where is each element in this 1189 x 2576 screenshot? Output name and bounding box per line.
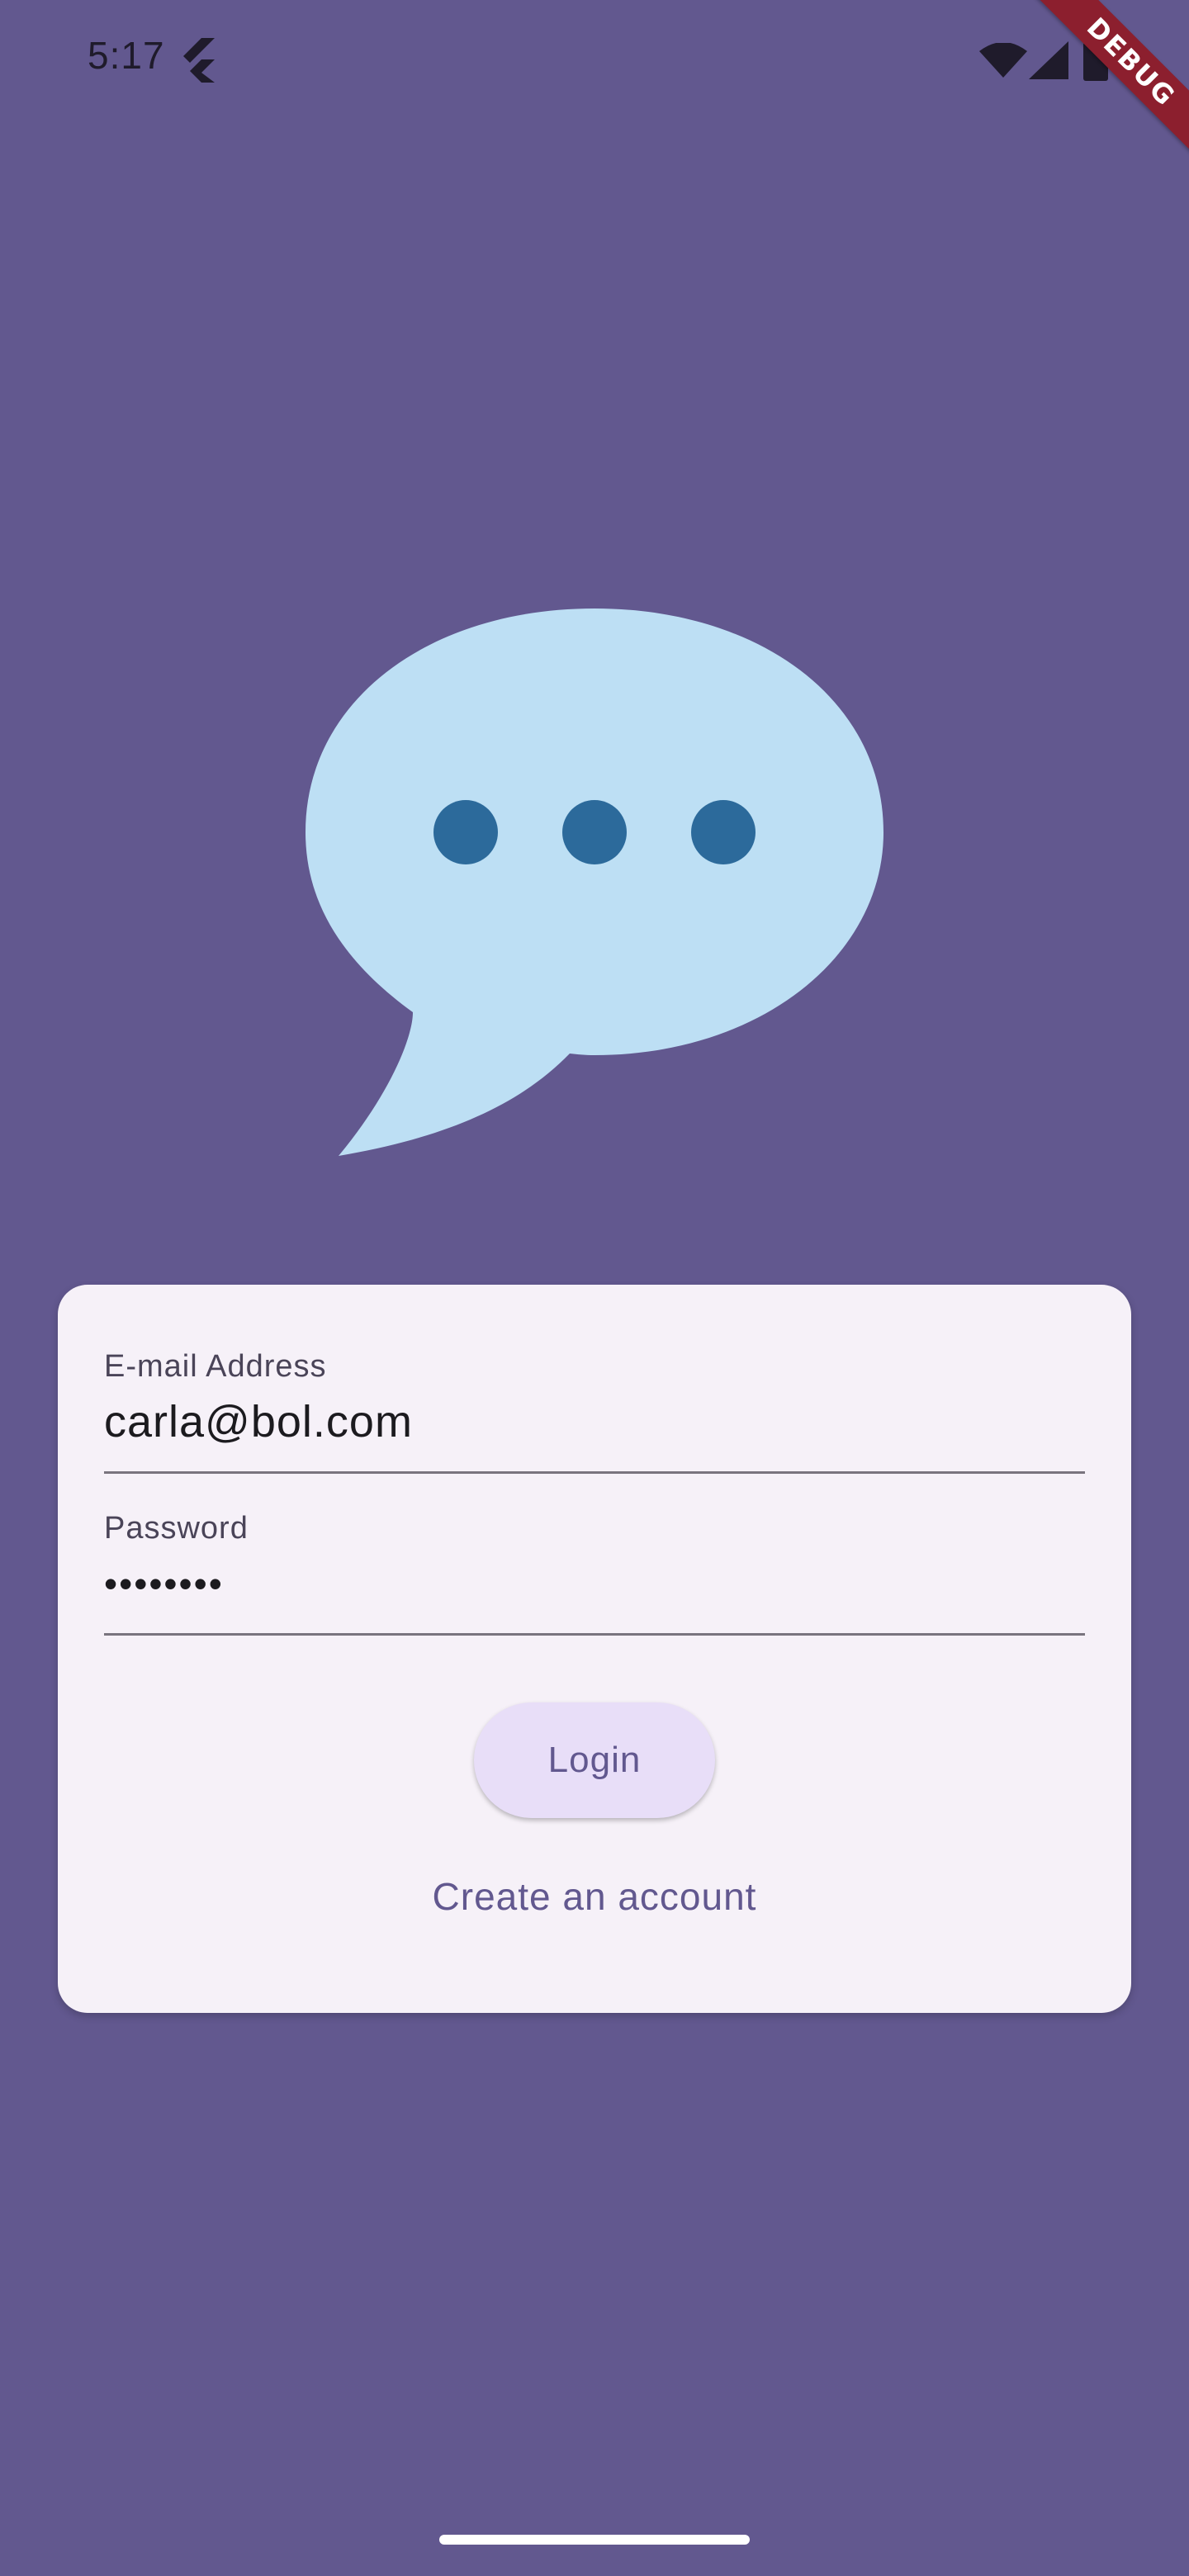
flutter-icon	[183, 38, 215, 83]
login-button[interactable]: Login	[474, 1702, 715, 1818]
wifi-icon	[979, 43, 1027, 78]
debug-banner: DEBUG	[1024, 0, 1189, 165]
create-account-link[interactable]: Create an account	[58, 1874, 1131, 1919]
password-input[interactable]	[104, 1551, 1085, 1617]
password-label: Password	[104, 1511, 249, 1546]
bubble-dot	[433, 800, 498, 864]
debug-label: DEBUG	[1029, 0, 1189, 164]
email-underline	[104, 1471, 1085, 1474]
password-field[interactable]: Password	[104, 1511, 1085, 1636]
home-indicator[interactable]	[439, 2535, 750, 2545]
bubble-dot	[691, 800, 756, 864]
login-card: E-mail Address Password Login Create an …	[58, 1285, 1131, 2013]
email-input[interactable]	[104, 1389, 1085, 1455]
password-underline	[104, 1633, 1085, 1636]
email-field[interactable]: E-mail Address	[104, 1349, 1085, 1474]
status-time: 5:17	[88, 34, 165, 77]
chat-bubble-icon	[306, 608, 883, 1156]
bubble-dot	[562, 800, 627, 864]
status-bar: 5:17 DEBUG	[0, 0, 1189, 164]
email-label: E-mail Address	[104, 1349, 327, 1384]
